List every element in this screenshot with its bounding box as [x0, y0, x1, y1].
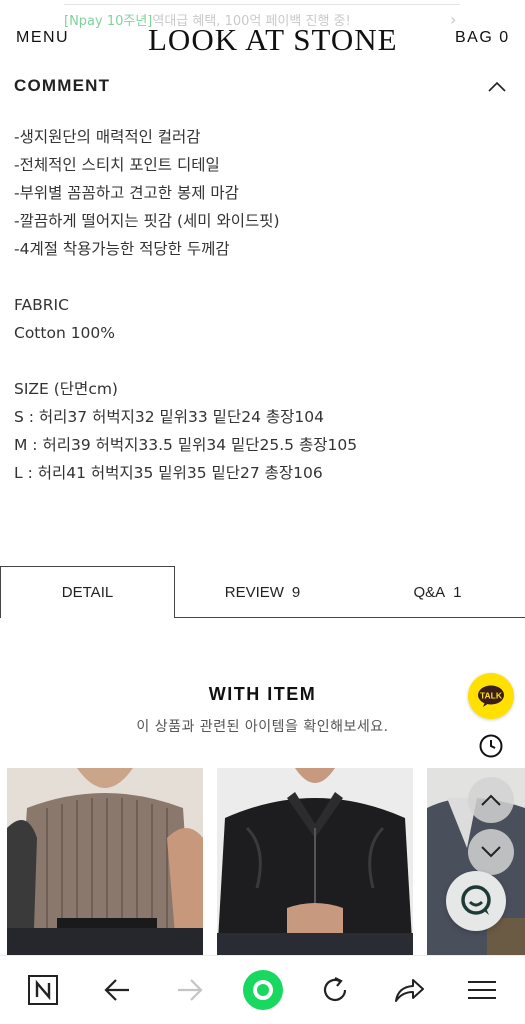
tab-qna[interactable]: Q&A 1 [350, 566, 525, 618]
chevron-up-icon[interactable] [488, 80, 506, 92]
kakao-label: TALK [480, 691, 503, 701]
home-dot-icon [243, 970, 283, 1010]
with-item-subtitle: 이 상품과 관련된 아이템을 확인해보세요. [136, 719, 389, 735]
bag-button[interactable]: BAG 0 [455, 29, 510, 47]
site-logo[interactable]: LOOK AT STONE [148, 22, 397, 57]
forward-arrow-icon [178, 979, 203, 1001]
naver-home-button[interactable] [23, 970, 63, 1010]
reload-icon [323, 977, 347, 1002]
chat-button[interactable] [446, 871, 506, 931]
reload-button[interactable] [315, 970, 355, 1010]
hamburger-icon [468, 981, 496, 999]
share-button[interactable] [389, 970, 429, 1010]
detail-tabs: DETAIL REVIEW 9 Q&A 1 [0, 566, 525, 618]
kakao-talk-button[interactable]: TALK [468, 673, 514, 719]
naver-green-button[interactable] [243, 970, 283, 1010]
product-photo [7, 768, 203, 958]
tab-count: 1 [453, 583, 462, 601]
bag-count: 0 [499, 29, 510, 46]
product-card-image[interactable] [7, 768, 203, 958]
kakao-talk-icon: TALK [478, 685, 504, 707]
tab-detail[interactable]: DETAIL [0, 566, 175, 618]
product-photo [217, 768, 413, 958]
tab-label: REVIEW [224, 583, 284, 601]
tab-label: DETAIL [61, 584, 114, 601]
back-button[interactable] [97, 970, 137, 1010]
with-item-title: WITH ITEM [208, 684, 317, 704]
naver-n-icon [28, 975, 58, 1005]
back-arrow-icon [104, 979, 129, 1001]
chat-icon [461, 885, 491, 915]
comment-title: COMMENT [14, 76, 111, 95]
tab-count: 9 [291, 583, 301, 601]
tab-review[interactable]: REVIEW 9 [175, 566, 350, 618]
scroll-bottom-button[interactable] [468, 829, 514, 875]
scroll-top-button[interactable] [468, 777, 514, 823]
promo-divider [64, 4, 460, 6]
forward-button[interactable] [170, 970, 210, 1010]
comment-body: -생지원단의 매력적인 컬러감 -전체적인 스티치 포인트 디테일 -부위별 꼼… [14, 128, 358, 482]
menu-button[interactable]: MENU [16, 29, 69, 47]
clock-icon[interactable] [478, 733, 504, 759]
share-icon [395, 979, 424, 1002]
promo-highlight: [Npay 10주년] [64, 14, 153, 29]
browser-toolbar [0, 955, 525, 1024]
bag-label: BAG [455, 29, 494, 46]
arrow-up-icon [481, 794, 501, 806]
promo-chevron-right-icon[interactable]: › [450, 10, 456, 29]
tab-label: Q&A [413, 583, 446, 601]
product-card-image[interactable] [217, 768, 413, 958]
menu-tabs-button[interactable] [462, 970, 502, 1010]
arrow-down-icon [481, 846, 501, 858]
